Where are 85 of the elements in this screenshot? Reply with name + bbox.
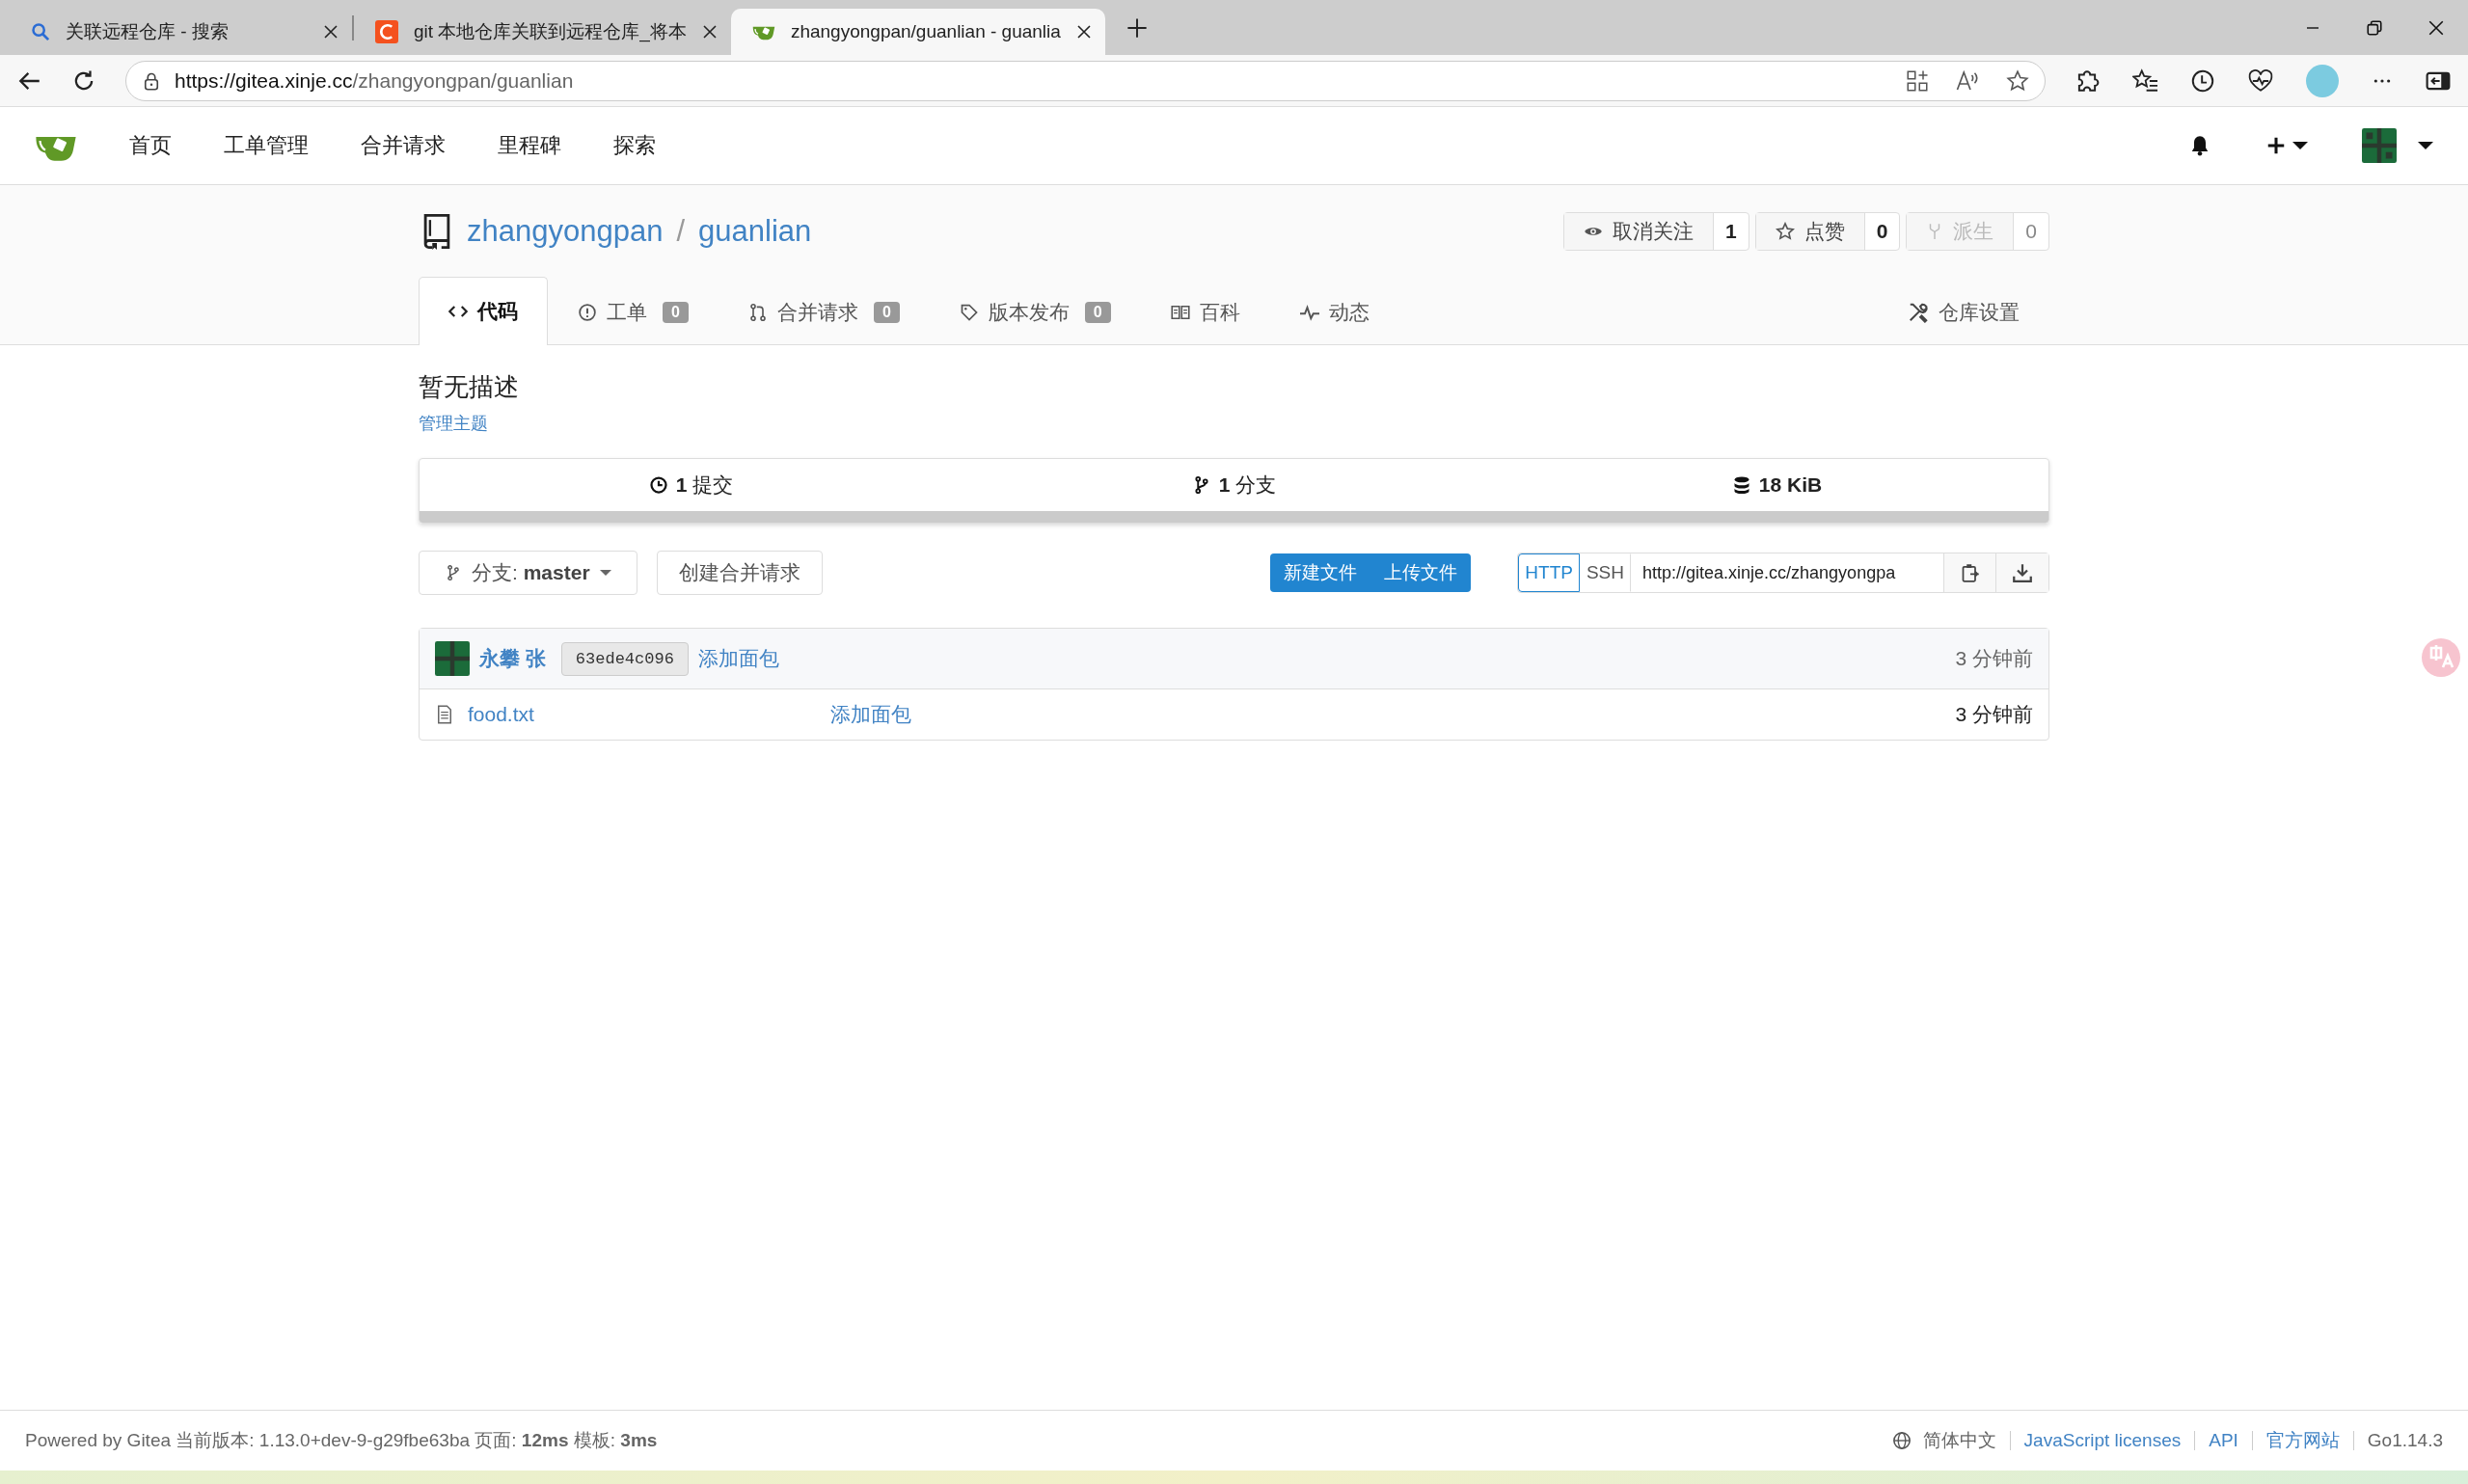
nav-link[interactable]: 工单管理 bbox=[224, 131, 309, 160]
issue-icon bbox=[578, 302, 597, 322]
file-commit-link[interactable]: 添加面包 bbox=[830, 701, 911, 728]
author-avatar-icon bbox=[435, 641, 470, 676]
avatar-icon bbox=[2362, 128, 2397, 163]
star-action[interactable]: 点赞 0 bbox=[1754, 211, 1901, 251]
close-icon bbox=[2427, 18, 2445, 37]
commit-message-link[interactable]: 添加面包 bbox=[697, 645, 779, 672]
copy-button[interactable] bbox=[1944, 553, 1996, 592]
tab-count: 0 bbox=[663, 301, 689, 323]
download-button[interactable] bbox=[1996, 553, 2048, 592]
close-icon bbox=[1075, 24, 1092, 40]
repo-tab[interactable]: 工单 0 bbox=[548, 278, 719, 345]
language-selector[interactable]: 简体中文 bbox=[1891, 1428, 1996, 1453]
globe-icon bbox=[1891, 1431, 1912, 1450]
caret-icon bbox=[2292, 142, 2308, 149]
protocol-toggle[interactable]: HTTP bbox=[1518, 553, 1580, 592]
stat-link[interactable]: 1 提交 bbox=[675, 472, 734, 499]
manage-topics-link[interactable]: 管理主题 bbox=[419, 412, 488, 435]
new-tab-icon bbox=[1126, 16, 1148, 39]
read-aloud-icon bbox=[1956, 68, 1979, 93]
favorites-icon bbox=[2132, 67, 2157, 94]
heart-pulse-icon bbox=[2248, 67, 2273, 94]
clipboard-icon bbox=[1960, 563, 1980, 582]
upload-file-button[interactable]: 上传文件 bbox=[1370, 553, 1472, 592]
tab-count: 0 bbox=[1084, 301, 1111, 323]
star-icon bbox=[1775, 221, 1795, 241]
star-icon bbox=[2006, 68, 2029, 93]
restore-icon bbox=[2366, 18, 2383, 37]
tag-icon bbox=[959, 302, 979, 322]
nav-link[interactable]: 合并请求 bbox=[361, 131, 446, 160]
file-commit-time: 3 分钟前 bbox=[1955, 702, 2033, 727]
tab-count: 0 bbox=[873, 301, 900, 323]
close-icon bbox=[323, 24, 339, 40]
browser-tab[interactable]: zhangyongpan/guanlian - guanlia bbox=[730, 9, 1105, 55]
stat-link[interactable]: 18 KiB bbox=[1758, 473, 1823, 497]
c-logo-icon bbox=[375, 20, 398, 43]
commit-time: 3 分钟前 bbox=[1955, 646, 2033, 671]
branch-dropdown[interactable]: 分支: master bbox=[419, 551, 637, 595]
stat-link[interactable]: 1 分支 bbox=[1218, 472, 1277, 499]
lock-icon bbox=[142, 70, 161, 91]
close-icon bbox=[701, 24, 718, 40]
repo-name-link[interactable]: guanlian bbox=[698, 213, 812, 249]
history-icon bbox=[2190, 67, 2215, 94]
repo-description: 暂无描述 bbox=[419, 371, 520, 403]
file-icon bbox=[435, 705, 454, 724]
footer-version-text: Powered by Gitea 当前版本: 1.13.0+dev-9-g29fbe63ba 页面: 12ms 模板: 3ms bbox=[25, 1429, 658, 1452]
footer-link[interactable]: JavaScript licenses bbox=[2023, 1430, 2182, 1451]
caret-icon bbox=[599, 570, 611, 576]
browser-tab[interactable]: 关联远程仓库 - 搜索 bbox=[10, 9, 352, 55]
repo-owner-link[interactable]: zhangyongpan bbox=[467, 213, 664, 249]
repo-tab[interactable]: 版本发布 0 bbox=[929, 278, 1141, 345]
repo-tab[interactable]: 合并请求 0 bbox=[718, 278, 930, 345]
download-icon bbox=[2013, 563, 2032, 582]
commit-sha-label[interactable]: 63ede4c096 bbox=[560, 641, 689, 676]
new-pull-request-button[interactable]: 创建合并请求 bbox=[656, 551, 823, 595]
minimize-icon bbox=[2304, 26, 2321, 29]
address-bar[interactable]: https://gitea.xinje.cc/zhangyongpan/guanlian bbox=[125, 60, 2046, 101]
history-icon bbox=[648, 475, 668, 495]
tools-icon bbox=[1908, 301, 1929, 323]
new-file-button[interactable]: 新建文件 bbox=[1270, 553, 1371, 592]
pull-request-icon bbox=[747, 302, 768, 322]
watch-action[interactable]: 取消关注 1 bbox=[1562, 211, 1749, 251]
repo-tab[interactable]: 百科 bbox=[1140, 278, 1270, 345]
settings-tab[interactable]: 仓库设置 bbox=[1878, 278, 2049, 345]
go-version: Go1.14.3 bbox=[2367, 1430, 2443, 1451]
plus-icon bbox=[2265, 135, 2287, 156]
url-text: https://gitea.xinje.cc/zhangyongpan/guanlian bbox=[175, 68, 575, 93]
nav-link[interactable]: 首页 bbox=[129, 131, 172, 160]
footer-link[interactable]: 官方网站 bbox=[2265, 1428, 2340, 1453]
nav-link[interactable]: 里程碑 bbox=[498, 131, 561, 160]
pulse-icon bbox=[1299, 302, 1319, 322]
app-grid-icon bbox=[1906, 68, 1929, 93]
browser-tab[interactable]: git 本地仓库关联到远程仓库_将本 bbox=[354, 9, 731, 55]
caret-icon bbox=[2418, 142, 2433, 149]
commit-author-link[interactable]: 永攀 张 bbox=[479, 645, 546, 672]
branch-icon bbox=[445, 564, 462, 581]
search-icon bbox=[31, 22, 50, 41]
repo-tab[interactable]: 代码 bbox=[419, 277, 548, 345]
path-separator: / bbox=[676, 213, 686, 249]
repo-tab[interactable]: 动态 bbox=[1269, 278, 1399, 345]
more-icon[interactable] bbox=[2372, 78, 2393, 83]
nav-link[interactable]: 探索 bbox=[613, 131, 656, 160]
file-name-link[interactable]: food.txt bbox=[468, 703, 534, 726]
footer-link[interactable]: API bbox=[2209, 1430, 2238, 1451]
